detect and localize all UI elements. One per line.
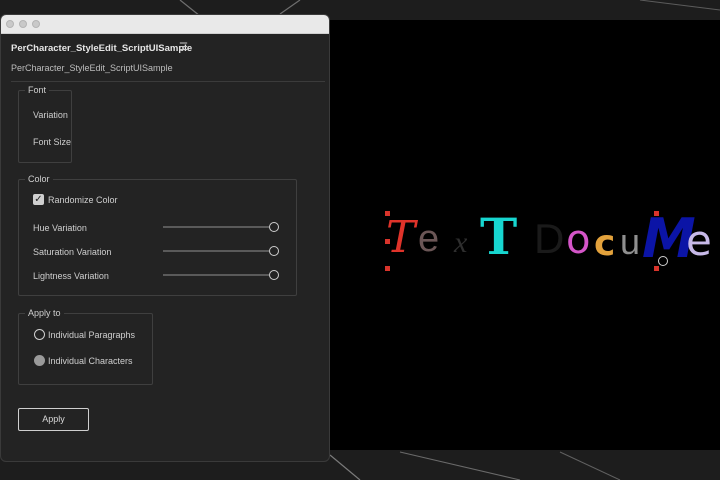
hamburger-menu-icon[interactable]: ☰ — [179, 42, 188, 53]
individual-paragraphs-label: Individual Paragraphs — [48, 330, 136, 340]
preview-char: e — [686, 216, 712, 265]
variation-label: Variation — [33, 110, 68, 120]
selection-handle[interactable] — [385, 211, 390, 216]
hue-variation-slider[interactable] — [163, 226, 269, 228]
hue-variation-label: Hue Variation — [33, 223, 87, 233]
zoom-window-button[interactable] — [32, 20, 40, 28]
individual-paragraphs-radio[interactable] — [34, 329, 45, 340]
preview-char: x — [454, 226, 468, 259]
font-size-label: Font Size — [33, 137, 72, 147]
lightness-variation-label: Lightness Variation — [33, 271, 109, 281]
saturation-variation-slider-knob[interactable] — [269, 246, 279, 256]
saturation-variation-slider[interactable] — [163, 250, 269, 252]
preview-char: u — [620, 221, 641, 262]
randomize-color-label: Randomize Color — [48, 195, 118, 205]
selection-handle[interactable] — [654, 211, 659, 216]
composition-viewer[interactable]: T e x T D o c u M e — [330, 20, 720, 450]
preview-char: o — [566, 217, 591, 263]
selection-handle[interactable] — [385, 266, 390, 271]
preview-char: T — [386, 212, 416, 263]
font-group: Font — [18, 85, 72, 163]
preview-char: D — [534, 215, 565, 262]
lightness-variation-slider-knob[interactable] — [269, 270, 279, 280]
heading-divider — [11, 81, 325, 82]
hue-variation-slider-knob[interactable] — [269, 222, 279, 232]
lightness-variation-slider[interactable] — [163, 274, 269, 276]
saturation-variation-label: Saturation Variation — [33, 247, 112, 257]
preview-char: T — [480, 207, 518, 266]
color-group-legend: Color — [28, 174, 50, 184]
panel-tab-bar: PerCharacter_StyleEdit_ScriptUISample ☰ — [1, 34, 329, 60]
preview-char: c — [594, 223, 616, 264]
font-group-legend: Font — [28, 85, 47, 95]
individual-characters-radio[interactable] — [34, 355, 45, 366]
preview-char: e — [418, 218, 440, 260]
script-panel-window: PerCharacter_StyleEdit_ScriptUISample ☰ … — [0, 14, 330, 462]
panel-tab-title[interactable]: PerCharacter_StyleEdit_ScriptUISample — [11, 43, 192, 54]
apply-button[interactable]: Apply — [18, 408, 89, 431]
apply-to-group: Apply to — [18, 308, 153, 385]
anchor-point-icon[interactable] — [658, 256, 668, 266]
randomize-color-checkbox[interactable]: ✓ — [33, 194, 44, 205]
apply-to-group-legend: Apply to — [28, 308, 61, 318]
close-window-button[interactable] — [6, 20, 14, 28]
window-titlebar[interactable] — [1, 15, 329, 34]
minimize-window-button[interactable] — [19, 20, 27, 28]
selection-handle[interactable] — [654, 266, 659, 271]
individual-characters-label: Individual Characters — [48, 356, 133, 366]
panel-heading: PerCharacter_StyleEdit_ScriptUISample — [11, 63, 173, 73]
selection-handle[interactable] — [385, 239, 390, 244]
